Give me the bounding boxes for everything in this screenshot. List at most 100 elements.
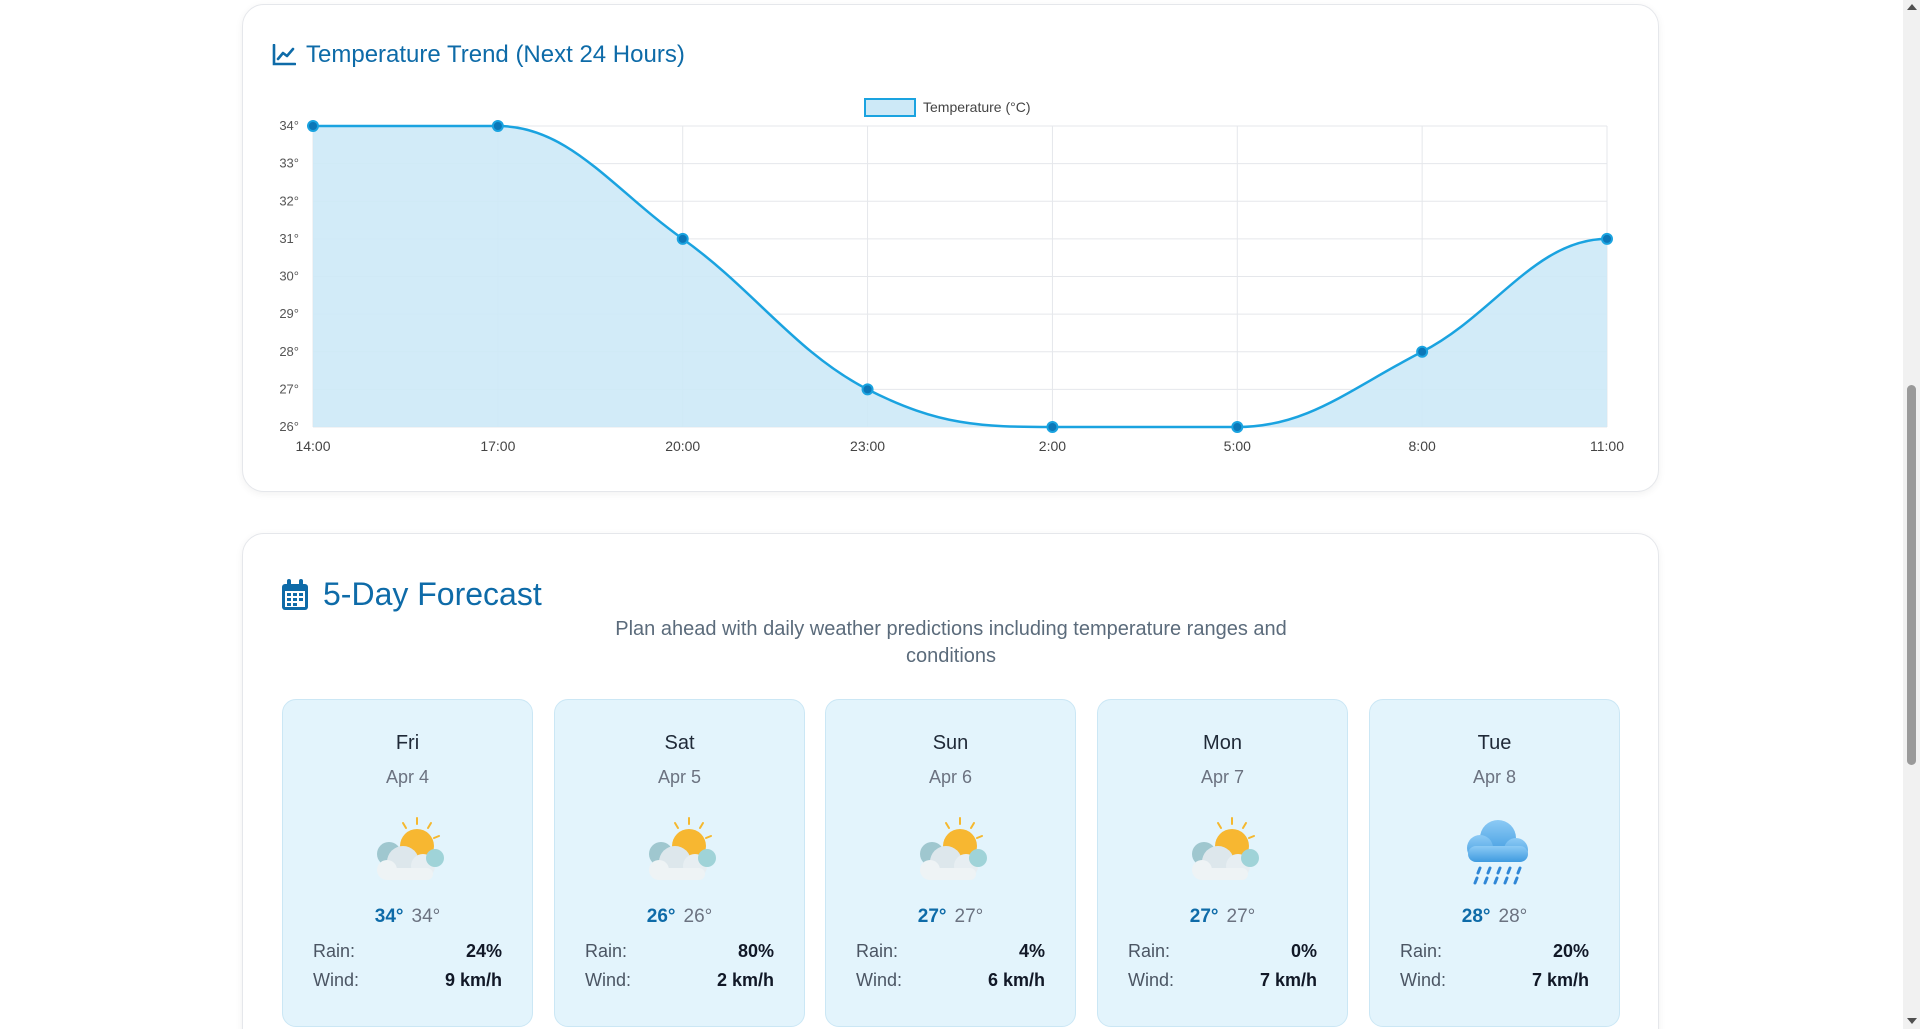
x-tick-label: 20:00 bbox=[665, 438, 700, 454]
temperature-point bbox=[307, 120, 319, 132]
scroll-down-arrow-icon[interactable] bbox=[1907, 1018, 1917, 1024]
rain-value: 0% bbox=[1290, 941, 1317, 961]
rain-row: Rain: 0% bbox=[1128, 941, 1317, 962]
y-tick-label: 30° bbox=[279, 269, 299, 284]
temperature-point bbox=[491, 120, 504, 132]
wind-row: Wind: 6 km/h bbox=[856, 970, 1045, 991]
scroll-up-arrow-icon[interactable] bbox=[1907, 4, 1917, 10]
wind-label: Wind: bbox=[313, 970, 360, 990]
temperature-range: 26° 26° bbox=[555, 906, 804, 928]
y-tick-label: 33° bbox=[279, 156, 299, 171]
weather-page: Temperature Trend (Next 24 Hours) 26° 27°… bbox=[0, 0, 1920, 1029]
day-date: Apr 6 bbox=[928, 767, 973, 787]
rain-value: 24% bbox=[465, 941, 502, 961]
rain-row: Rain: 80% bbox=[585, 941, 774, 962]
rain-label: Rain: bbox=[1128, 941, 1171, 961]
page-scrollbar[interactable] bbox=[1903, 0, 1920, 1029]
x-tick-label: 23:00 bbox=[850, 438, 885, 454]
day-date: Apr 5 bbox=[657, 767, 702, 787]
x-tick-label: 5:00 bbox=[1224, 438, 1251, 454]
wind-value: 6 km/h bbox=[987, 970, 1045, 990]
temperature-point bbox=[861, 383, 874, 396]
wind-row: Wind: 2 km/h bbox=[585, 970, 774, 991]
forecast-heading: 5-Day Forecast bbox=[281, 576, 542, 613]
low-temp: 27° bbox=[954, 906, 984, 927]
x-tick-label: 11:00 bbox=[1590, 438, 1624, 454]
temperature-point bbox=[676, 232, 689, 245]
high-temp: 27° bbox=[917, 906, 947, 927]
forecast-day-card[interactable]: Sun Apr 6 27° 27° Rain: 4% Wind: 6 km/h bbox=[825, 699, 1076, 1027]
temperature-range: 27° 27° bbox=[1098, 906, 1347, 928]
temperature-range: 27° 27° bbox=[826, 906, 1075, 928]
x-tick-label: 17:00 bbox=[480, 438, 515, 454]
wind-row: Wind: 9 km/h bbox=[313, 970, 502, 991]
scrollbar-thumb[interactable] bbox=[1907, 385, 1916, 765]
high-temp: 28° bbox=[1461, 906, 1491, 927]
day-date: Apr 4 bbox=[385, 767, 430, 787]
forecast-day-card[interactable]: Fri Apr 4 34° 34° Rain: 24% Wind: 9 km/h bbox=[282, 699, 533, 1027]
wind-label: Wind: bbox=[1128, 970, 1175, 990]
x-tick-label: 8:00 bbox=[1409, 438, 1436, 454]
y-tick-label: 32° bbox=[279, 193, 299, 208]
partly-cloudy-icon bbox=[377, 817, 444, 880]
temperature-point bbox=[1416, 345, 1429, 358]
temperature-point bbox=[1231, 421, 1244, 433]
day-name: Sat bbox=[664, 732, 695, 754]
y-tick-label: 26° bbox=[279, 419, 299, 434]
rain-value: 80% bbox=[737, 941, 774, 961]
low-temp: 34° bbox=[411, 906, 441, 927]
day-name: Fri bbox=[395, 732, 420, 754]
rain-row: Rain: 24% bbox=[313, 941, 502, 962]
high-temp: 26° bbox=[646, 906, 676, 927]
wind-label: Wind: bbox=[585, 970, 632, 990]
calendar-icon bbox=[282, 578, 308, 610]
partly-cloudy-icon bbox=[649, 817, 716, 880]
partly-cloudy-icon bbox=[920, 817, 987, 880]
rain-value: 20% bbox=[1552, 941, 1589, 961]
temperature-range: 28° 28° bbox=[1370, 906, 1619, 928]
rain-row: Rain: 4% bbox=[856, 941, 1045, 962]
day-date: Apr 8 bbox=[1472, 767, 1517, 787]
day-name: Mon bbox=[1203, 732, 1242, 754]
forecast-title: 5-Day Forecast bbox=[323, 576, 542, 612]
high-temp: 27° bbox=[1189, 906, 1219, 927]
rain-cloud-icon bbox=[1467, 820, 1528, 885]
rain-label: Rain: bbox=[585, 941, 628, 961]
temperature-range: 34° 34° bbox=[283, 906, 532, 928]
y-tick-label: 29° bbox=[279, 306, 299, 321]
wind-label: Wind: bbox=[1400, 970, 1447, 990]
high-temp: 34° bbox=[374, 906, 404, 927]
temperature-chart: 26° 27° 28° 29° 30° 31° 32° 33° 34° 14:00 17:00 20:… bbox=[279, 98, 1624, 454]
rain-value: 4% bbox=[1018, 941, 1045, 961]
wind-row: Wind: 7 km/h bbox=[1400, 970, 1589, 991]
five-day-forecast-card: 5-Day Forecast Plan ahead with daily wea… bbox=[242, 533, 1659, 1029]
temperature-point bbox=[1046, 421, 1059, 433]
day-date: Apr 7 bbox=[1200, 767, 1245, 787]
y-tick-label: 27° bbox=[279, 381, 299, 396]
low-temp: 27° bbox=[1226, 906, 1256, 927]
rain-label: Rain: bbox=[313, 941, 356, 961]
forecast-day-card[interactable]: Sat Apr 5 26° 26° Rain: 80% Wind: 2 km/h bbox=[554, 699, 805, 1027]
partly-cloudy-icon bbox=[1192, 817, 1259, 880]
rain-label: Rain: bbox=[856, 941, 899, 961]
temperature-trend-card: Temperature Trend (Next 24 Hours) 26° 27°… bbox=[242, 4, 1659, 492]
forecast-subtitle: Plan ahead with daily weather prediction… bbox=[615, 618, 1287, 667]
rain-row: Rain: 20% bbox=[1400, 941, 1589, 962]
temperature-point bbox=[1601, 232, 1613, 245]
forecast-day-card[interactable]: Mon Apr 7 27° 27° Rain: 0% Wind: 7 km/h bbox=[1097, 699, 1348, 1027]
legend-swatch bbox=[864, 98, 916, 117]
legend-label: Temperature (°C) bbox=[923, 99, 1031, 115]
wind-label: Wind: bbox=[856, 970, 903, 990]
x-tick-label: 2:00 bbox=[1039, 438, 1066, 454]
forecast-day-card[interactable]: Tue Apr 8 28° 28° Rain: 20% Wind: 7 km/h bbox=[1369, 699, 1620, 1027]
wind-value: 7 km/h bbox=[1259, 970, 1317, 990]
day-name: Sun bbox=[932, 732, 969, 754]
y-tick-label: 28° bbox=[279, 344, 299, 359]
x-tick-label: 14:00 bbox=[295, 438, 330, 454]
low-temp: 28° bbox=[1498, 906, 1528, 927]
wind-value: 2 km/h bbox=[716, 970, 774, 990]
low-temp: 26° bbox=[683, 906, 713, 927]
y-tick-label: 34° bbox=[279, 118, 299, 133]
y-tick-label: 31° bbox=[279, 231, 299, 246]
wind-value: 7 km/h bbox=[1531, 970, 1589, 990]
